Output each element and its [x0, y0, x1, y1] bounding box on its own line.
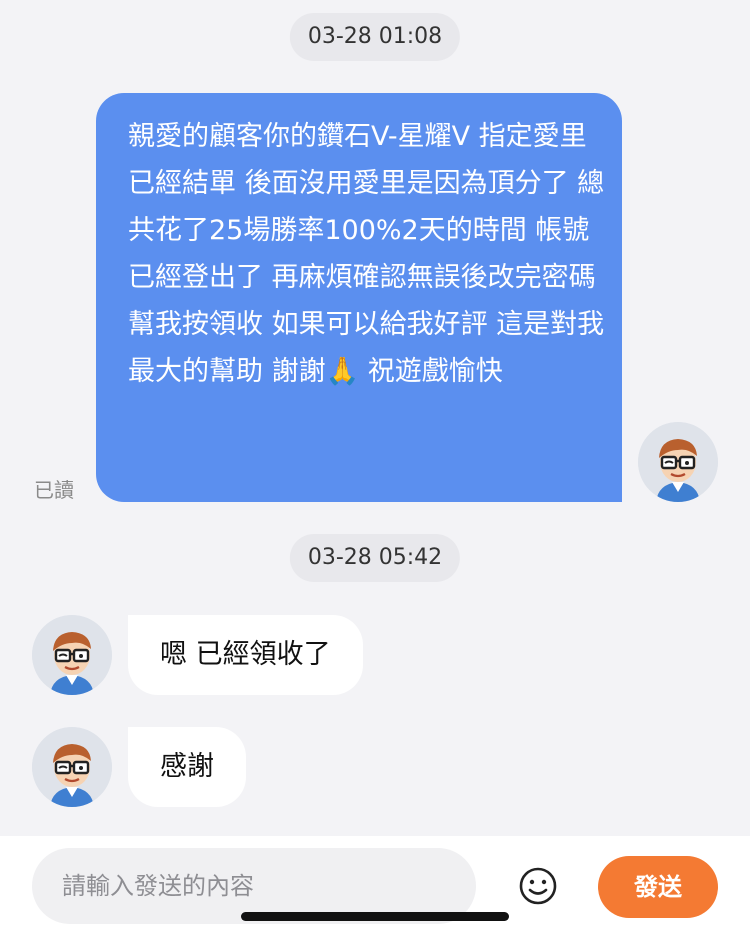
- read-receipt: 已讀: [34, 478, 74, 502]
- avatar-glasses-icon[interactable]: [638, 422, 718, 502]
- incoming-message-bubble[interactable]: 嗯 已經領收了: [128, 615, 363, 695]
- avatar-glasses-icon[interactable]: [32, 615, 112, 695]
- timestamp: 03-28 05:42: [289, 534, 461, 582]
- avatar-glasses-icon[interactable]: [32, 727, 112, 807]
- home-indicator: [241, 912, 509, 921]
- outgoing-message-bubble[interactable]: 親愛的顧客你的鑽石V-星耀V 指定愛里已經結單 後面沒用愛里是因為頂分了 總共花…: [96, 93, 622, 502]
- send-button[interactable]: 發送: [598, 856, 718, 918]
- input-bar: 請輸入發送的內容 發送: [0, 836, 750, 936]
- chat-area[interactable]: 03-28 01:08 親愛的顧客你的鑽石V-星耀V 指定愛里已經結單 後面沒用…: [0, 0, 750, 836]
- incoming-message-bubble[interactable]: 感謝: [128, 727, 246, 807]
- timestamp: 03-28 01:08: [289, 13, 461, 61]
- smiley-icon[interactable]: [518, 866, 558, 906]
